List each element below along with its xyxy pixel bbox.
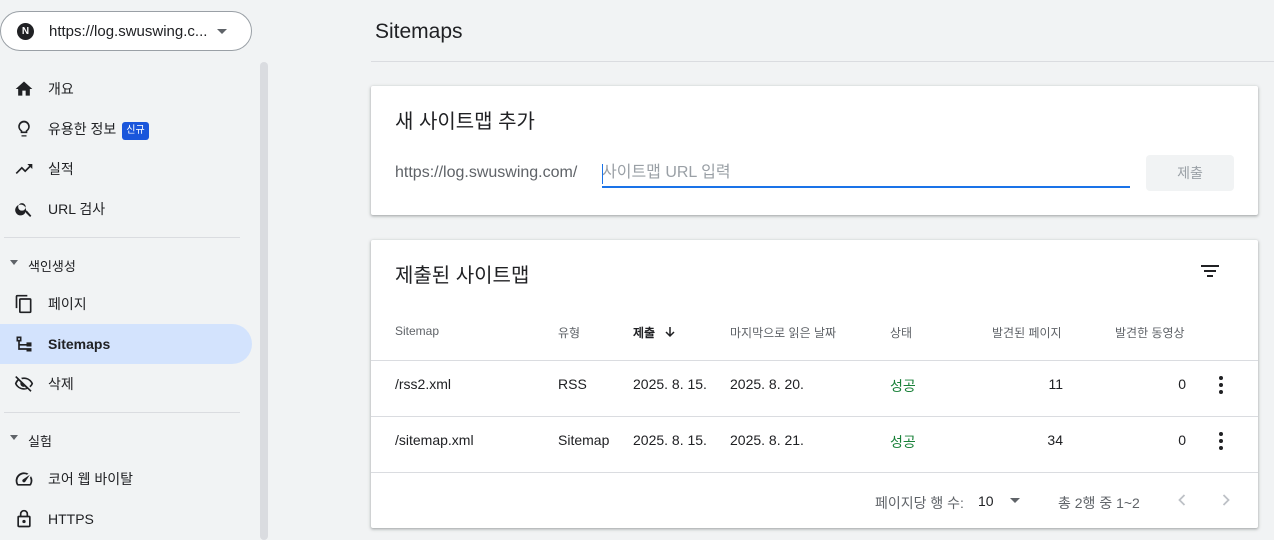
text-cursor	[602, 164, 603, 184]
sidebar-item-label: 유용한 정보	[48, 121, 117, 137]
sidebar-item-core-web-vitals[interactable]: 코어 웹 바이탈	[0, 459, 252, 499]
sidebar-item-label: Sitemaps	[48, 336, 111, 352]
sidebar-item-label: URL 검사	[48, 201, 106, 217]
column-header-label: 제출	[633, 326, 656, 340]
sidebar-item-pages[interactable]: 페이지	[0, 284, 252, 324]
more-vert-icon[interactable]	[1219, 432, 1223, 450]
cell-pages: 34	[1047, 432, 1063, 448]
search-icon	[15, 203, 32, 217]
sidebar-item-insights[interactable]: 유용한 정보 신규	[0, 109, 252, 149]
rows-per-page-label: 페이지당 행 수:	[875, 495, 964, 511]
home-icon	[15, 81, 33, 96]
sidebar-item-label: 실적	[48, 161, 74, 177]
pages-icon	[15, 294, 32, 314]
chevron-down-icon[interactable]	[1010, 498, 1020, 503]
column-header-pages[interactable]: 발견된 페이지	[992, 324, 1062, 341]
sidebar-item-label: 개요	[48, 81, 74, 97]
caret-down-icon	[10, 260, 18, 265]
add-sitemap-title: 새 사이트맵 추가	[395, 111, 535, 133]
sidebar-item-performance[interactable]: 실적	[0, 149, 252, 189]
sidebar-item-url-inspection[interactable]: URL 검사	[0, 189, 252, 229]
filter-icon[interactable]	[1199, 262, 1221, 280]
cell-type: Sitemap	[558, 432, 610, 448]
submitted-sitemaps-card: 제출된 사이트맵 Sitemap 유형 제출 마지막으로 읽은 날짜 상태 발견…	[371, 240, 1258, 528]
sidebar-divider	[4, 237, 240, 238]
rows-per-page-select[interactable]: 10	[978, 493, 994, 509]
cell-submitted: 2025. 8. 15.	[633, 432, 707, 448]
cell-videos: 0	[1178, 376, 1186, 392]
cell-sitemap: /sitemap.xml	[395, 432, 474, 448]
section-label: 색인생성	[28, 259, 76, 274]
cell-sitemap: /rss2.xml	[395, 376, 451, 392]
sitemap-url-input[interactable]	[602, 160, 1130, 188]
prev-page-icon[interactable]	[1172, 490, 1192, 510]
cell-status: 성공	[890, 434, 916, 450]
section-label: 실험	[28, 434, 52, 449]
section-experiments[interactable]: 실험	[0, 424, 252, 454]
column-header-status[interactable]: 상태	[890, 324, 912, 341]
row-divider	[371, 416, 1258, 417]
lock-icon	[17, 509, 31, 528]
property-logo-icon: N	[17, 22, 34, 40]
cell-status: 성공	[890, 378, 916, 394]
submitted-sitemaps-title: 제출된 사이트맵	[395, 265, 530, 287]
sidebar-item-sitemaps[interactable]: Sitemaps	[0, 324, 252, 364]
title-divider	[371, 61, 1274, 62]
property-selector[interactable]: N https://log.swuswing.c...	[0, 11, 252, 51]
sidebar-item-https[interactable]: HTTPS	[0, 499, 252, 539]
column-header-type[interactable]: 유형	[558, 324, 580, 341]
caret-down-icon	[10, 435, 18, 440]
section-indexing[interactable]: 색인생성	[0, 249, 252, 279]
sidebar-scrollbar[interactable]	[260, 62, 268, 540]
column-header-submitted[interactable]: 제출	[633, 324, 676, 341]
sidebar-item-label: HTTPS	[48, 511, 94, 527]
row-divider	[371, 472, 1258, 473]
cell-submitted: 2025. 8. 15.	[633, 376, 707, 392]
visibility-off-icon	[14, 376, 34, 392]
new-badge: 신규	[122, 122, 149, 140]
row-divider	[371, 360, 1258, 361]
cell-videos: 0	[1178, 432, 1186, 448]
url-prefix: https://log.swuswing.com/	[395, 164, 578, 181]
submit-button[interactable]: 제출	[1146, 155, 1234, 191]
column-header-sitemap[interactable]: Sitemap	[395, 324, 439, 338]
sidebar-item-overview[interactable]: 개요	[0, 69, 252, 109]
sidebar-item-removals[interactable]: 삭제	[0, 364, 252, 404]
speed-icon	[15, 472, 33, 486]
column-header-videos[interactable]: 발견한 동영상	[1115, 324, 1185, 341]
column-header-last-read[interactable]: 마지막으로 읽은 날짜	[730, 324, 836, 341]
sidebar: N https://log.swuswing.c... 개요 유용한 정보 신규 …	[0, 0, 268, 540]
sidebar-item-label: 삭제	[48, 376, 74, 392]
arrow-down-icon	[665, 327, 675, 338]
cell-type: RSS	[558, 376, 587, 392]
sidebar-item-label: 코어 웹 바이탈	[48, 471, 134, 487]
page-title: Sitemaps	[375, 20, 463, 43]
sidebar-item-label: 페이지	[48, 296, 87, 312]
more-vert-icon[interactable]	[1219, 376, 1223, 394]
next-page-icon[interactable]	[1216, 490, 1236, 510]
pagination-range: 총 2행 중 1~2	[1058, 495, 1140, 511]
cell-last-read: 2025. 8. 21.	[730, 432, 804, 448]
trending-up-icon	[15, 164, 33, 174]
sidebar-divider	[4, 412, 240, 413]
lightbulb-icon	[18, 120, 30, 137]
sitemap-icon	[16, 336, 32, 352]
chevron-down-icon	[217, 28, 227, 34]
cell-pages: 11	[1048, 376, 1063, 392]
property-url: https://log.swuswing.c...	[49, 22, 208, 40]
cell-last-read: 2025. 8. 20.	[730, 376, 804, 392]
add-sitemap-card: 새 사이트맵 추가 https://log.swuswing.com/ 제출	[371, 86, 1258, 215]
